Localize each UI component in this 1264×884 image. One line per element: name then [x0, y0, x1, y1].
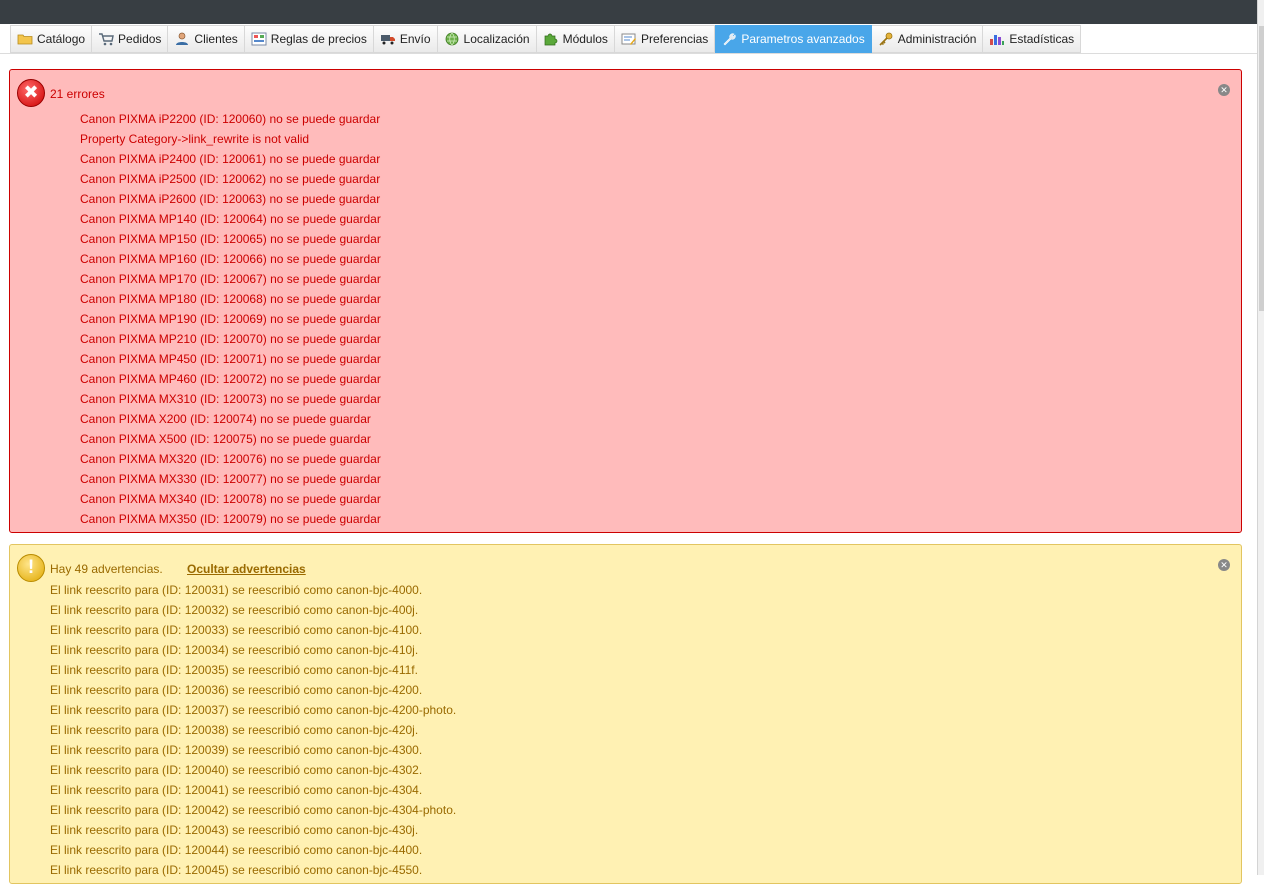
close-icon[interactable]: ✕	[1218, 559, 1230, 571]
error-message: Canon PIXMA iP2500 (ID: 120062) no se pu…	[80, 172, 381, 186]
scrollbar-thumb[interactable]	[1259, 26, 1264, 311]
tab-label: Reglas de precios	[270, 32, 367, 46]
tab-label: Preferencias	[640, 32, 709, 46]
error-message: Canon PIXMA MX330 (ID: 120077) no se pue…	[80, 472, 381, 486]
error-message: Canon PIXMA MP190 (ID: 120069) no se pue…	[80, 312, 381, 326]
error-count-title: 21 errores	[50, 87, 105, 101]
puzzle-icon	[543, 32, 559, 46]
warning-message: El link reescrito para (ID: 120045) se r…	[50, 863, 423, 877]
tab-label: Estadísticas	[1009, 32, 1075, 46]
tab-cart[interactable]: Pedidos	[92, 25, 169, 53]
error-list: Canon PIXMA iP2200 (ID: 120060) no se pu…	[80, 111, 381, 531]
tab-preferences[interactable]: Preferencias	[614, 25, 716, 53]
warning-icon: !	[17, 554, 45, 582]
warning-message: El link reescrito para (ID: 120042) se r…	[50, 803, 457, 817]
main-tab-bar: Catálogo Pedidos Clientes Reglas de precios…	[10, 25, 1082, 53]
warning-message: El link reescrito para (ID: 120039) se r…	[50, 743, 423, 757]
tab-label: Localización	[463, 32, 530, 46]
warning-message: El link reescrito para (ID: 120043) se r…	[50, 823, 419, 837]
error-message: Canon PIXMA MP140 (ID: 120064) no se pue…	[80, 212, 381, 226]
error-message: Canon PIXMA MP180 (ID: 120068) no se pue…	[80, 292, 381, 306]
warning-message: El link reescrito para (ID: 120040) se r…	[50, 763, 423, 777]
tab-label: Módulos	[562, 32, 608, 46]
warning-list: El link reescrito para (ID: 120031) se r…	[50, 582, 456, 882]
error-message: Canon PIXMA MP210 (ID: 120070) no se pue…	[80, 332, 381, 346]
tab-user[interactable]: Clientes	[168, 25, 245, 53]
cart-icon	[98, 32, 114, 46]
tab-key[interactable]: Administración	[871, 25, 984, 53]
user-icon	[174, 32, 190, 46]
error-message: Canon PIXMA iP2600 (ID: 120063) no se pu…	[80, 192, 381, 206]
error-panel: ✖ 21 errores ✕ Canon PIXMA iP2200 (ID: 1…	[9, 69, 1242, 533]
vertical-scrollbar[interactable]	[1257, 0, 1264, 875]
error-message: Canon PIXMA MP160 (ID: 120066) no se pue…	[80, 252, 381, 266]
tab-label: Catálogo	[37, 32, 86, 46]
tab-truck[interactable]: Envío	[373, 25, 438, 53]
tab-wrench[interactable]: Parametros avanzados	[715, 25, 872, 53]
tab-label: Clientes	[194, 32, 238, 46]
tab-bar-chart[interactable]: Estadísticas	[983, 25, 1082, 53]
preferences-icon	[621, 32, 637, 46]
error-message: Canon PIXMA MX340 (ID: 120078) no se pue…	[80, 492, 381, 506]
tab-label: Envío	[399, 32, 431, 46]
tab-globe[interactable]: Localización	[437, 25, 537, 53]
error-message: Canon PIXMA MP170 (ID: 120067) no se pue…	[80, 272, 381, 286]
price-rules-icon	[251, 32, 267, 46]
tab-price-rules[interactable]: Reglas de precios	[244, 25, 374, 53]
warning-message: El link reescrito para (ID: 120041) se r…	[50, 783, 423, 797]
warning-message: El link reescrito para (ID: 120033) se r…	[50, 623, 423, 637]
error-message: Canon PIXMA iP2400 (ID: 120061) no se pu…	[80, 152, 381, 166]
hide-warnings-link[interactable]: Ocultar advertencias	[187, 562, 306, 576]
top-bar	[0, 0, 1257, 24]
error-icon: ✖	[17, 79, 45, 107]
error-message: Canon PIXMA X200 (ID: 120074) no se pued…	[80, 412, 371, 426]
bar-chart-icon	[989, 32, 1005, 46]
warning-message: El link reescrito para (ID: 120037) se r…	[50, 703, 457, 717]
tab-label: Parametros avanzados	[741, 32, 865, 46]
warning-message: El link reescrito para (ID: 120034) se r…	[50, 643, 419, 657]
warning-message: El link reescrito para (ID: 120036) se r…	[50, 683, 423, 697]
tab-bar-divider	[0, 53, 1257, 54]
error-message: Property Category->link_rewrite is not v…	[80, 132, 310, 146]
warning-message: El link reescrito para (ID: 120038) se r…	[50, 723, 419, 737]
tab-puzzle[interactable]: Módulos	[536, 25, 615, 53]
warning-message: El link reescrito para (ID: 120035) se r…	[50, 663, 418, 677]
close-icon[interactable]: ✕	[1218, 84, 1230, 96]
key-icon	[878, 32, 894, 46]
error-message: Canon PIXMA MP450 (ID: 120071) no se pue…	[80, 352, 381, 366]
truck-icon	[380, 32, 396, 46]
error-message: Canon PIXMA MX310 (ID: 120073) no se pue…	[80, 392, 381, 406]
warning-panel: ! Hay 49 advertencias. Ocultar advertenc…	[9, 544, 1242, 884]
error-message: Canon PIXMA MP150 (ID: 120065) no se pue…	[80, 232, 381, 246]
wrench-icon	[721, 32, 737, 46]
warning-message: El link reescrito para (ID: 120044) se r…	[50, 843, 423, 857]
error-message: Canon PIXMA iP2200 (ID: 120060) no se pu…	[80, 112, 381, 126]
warning-message: El link reescrito para (ID: 120032) se r…	[50, 603, 419, 617]
globe-icon	[444, 32, 460, 46]
tab-folder[interactable]: Catálogo	[10, 25, 93, 53]
error-message: Canon PIXMA X500 (ID: 120075) no se pued…	[80, 432, 371, 446]
error-message: Canon PIXMA MX320 (ID: 120076) no se pue…	[80, 452, 381, 466]
error-message: Canon PIXMA MP460 (ID: 120072) no se pue…	[80, 372, 381, 386]
error-message: Canon PIXMA MX350 (ID: 120079) no se pue…	[80, 512, 381, 526]
tab-label: Pedidos	[118, 32, 162, 46]
folder-icon	[17, 32, 33, 46]
tab-label: Administración	[897, 32, 977, 46]
warning-count-title: Hay 49 advertencias.	[50, 562, 163, 576]
warning-message: El link reescrito para (ID: 120031) se r…	[50, 583, 423, 597]
